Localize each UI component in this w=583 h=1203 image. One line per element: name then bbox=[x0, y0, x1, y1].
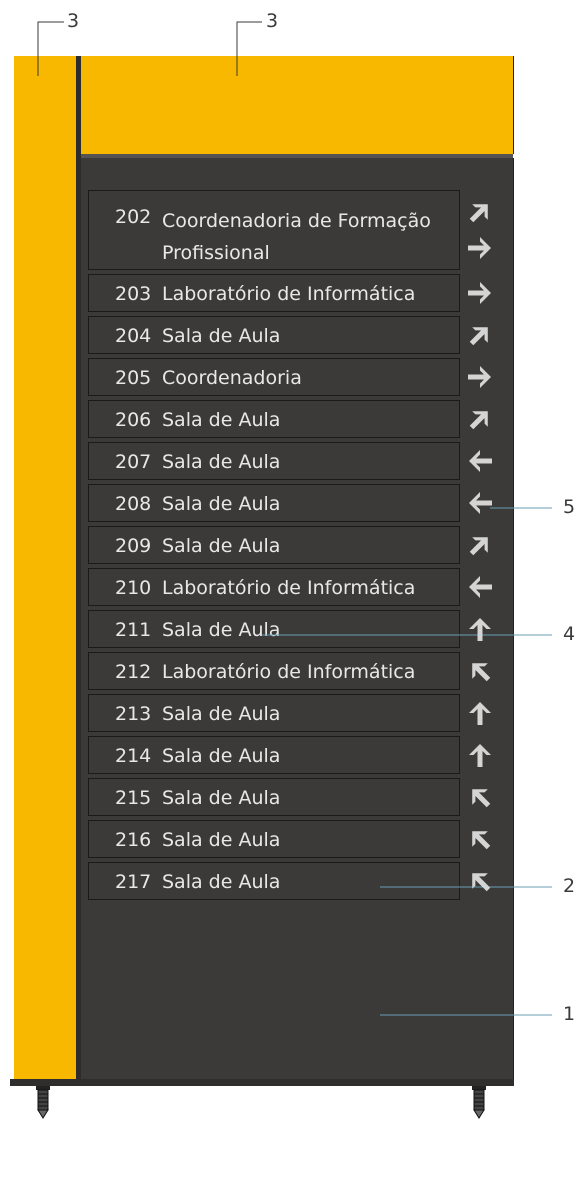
arrow-right-icon bbox=[468, 237, 491, 259]
callout-lines bbox=[37, 21, 552, 1016]
arrow-up-icon bbox=[469, 618, 491, 641]
arrow-left-icon bbox=[469, 450, 492, 472]
arrow-up-icon bbox=[469, 744, 491, 767]
callout-4: 4 bbox=[563, 623, 576, 645]
arrow-up-right-icon bbox=[469, 327, 488, 346]
arrow-up-right-icon bbox=[469, 204, 488, 223]
arrow-right-icon bbox=[468, 282, 491, 304]
callout-5: 5 bbox=[563, 496, 576, 518]
arrow-up-right-icon bbox=[469, 411, 488, 430]
arrow-right-icon bbox=[468, 366, 491, 388]
callout-2: 2 bbox=[563, 875, 576, 897]
arrow-left-icon bbox=[469, 576, 492, 598]
arrow-up-left-icon bbox=[472, 873, 491, 892]
arrow-up-left-icon bbox=[472, 831, 491, 850]
arrow-up-icon bbox=[469, 702, 491, 725]
callout-3-middle: 3 bbox=[266, 10, 279, 32]
arrow-up-left-icon bbox=[472, 789, 491, 808]
callout-3-left: 3 bbox=[67, 10, 80, 32]
arrow-up-right-icon bbox=[469, 537, 488, 556]
callout-line-3-left bbox=[37, 21, 64, 76]
callout-1: 1 bbox=[563, 1003, 576, 1025]
arrow-up-left-icon bbox=[472, 663, 491, 682]
arrow-left-icon bbox=[469, 492, 492, 514]
callout-line-3-middle bbox=[236, 21, 262, 76]
